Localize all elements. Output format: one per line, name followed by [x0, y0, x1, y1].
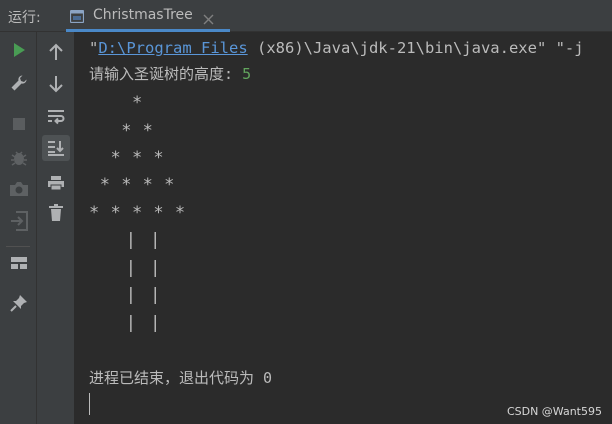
scroll-up-button[interactable] — [42, 39, 70, 65]
console-window-icon — [69, 8, 85, 24]
arrow-up-icon — [49, 43, 63, 60]
command-quote: " — [89, 39, 99, 57]
exit-message: 进程已结束，退出代码为 0 — [89, 369, 273, 387]
scroll-to-end-icon — [48, 141, 64, 156]
command-line: "D:\Program Files (x86)\Java\jdk-21\bin\… — [89, 38, 584, 58]
wrench-icon — [11, 75, 27, 91]
camera-icon — [10, 182, 28, 196]
tree-line: * * — [89, 121, 154, 141]
run-label: 运行: — [8, 10, 41, 26]
run-actions-toolbar — [0, 32, 37, 424]
rerun-button[interactable] — [5, 37, 33, 63]
scroll-to-end-button[interactable] — [42, 135, 70, 161]
command-rest: (x86)\Java\jdk-21\bin\java.exe" "-j — [247, 39, 584, 57]
screenshot-button[interactable] — [5, 176, 33, 202]
trash-icon — [49, 204, 63, 221]
printer-icon — [48, 176, 64, 191]
stop-button[interactable] — [5, 111, 33, 137]
input-value: 5 — [242, 65, 252, 83]
watermark: CSDN @Want595 — [506, 405, 602, 418]
tree-line: * * * * * — [89, 203, 186, 223]
close-icon[interactable] — [203, 10, 214, 25]
layout-icon — [11, 257, 27, 269]
console-output[interactable]: "D:\Program Files (x86)\Java\jdk-21\bin\… — [76, 32, 612, 424]
stop-icon — [13, 118, 25, 130]
text-caret — [89, 393, 90, 415]
debug-button[interactable] — [5, 145, 33, 171]
toolbar-separator — [6, 246, 30, 247]
tab-title: ChristmasTree — [93, 7, 193, 23]
arrow-down-icon — [49, 76, 63, 93]
jdk-path-link[interactable]: D:\Program Files — [98, 39, 247, 57]
console-actions-toolbar — [37, 32, 75, 424]
pin-tab-button[interactable] — [5, 290, 33, 316]
run-tool-window-header: 运行: ChristmasTree — [0, 0, 612, 32]
tree-line: * — [89, 93, 143, 113]
exit-button[interactable] — [5, 208, 33, 234]
tree-line: * * * — [89, 148, 165, 168]
bug-icon — [11, 151, 27, 166]
play-icon — [14, 43, 25, 57]
scroll-down-button[interactable] — [42, 71, 70, 97]
input-prompt-line: 请输入圣诞树的高度: 5 — [89, 64, 251, 84]
trunk-line: | | — [89, 258, 163, 278]
edit-configuration-button[interactable] — [5, 70, 33, 96]
input-prompt: 请输入圣诞树的高度: — [89, 65, 243, 83]
tab-christmastree[interactable]: ChristmasTree — [66, 0, 230, 32]
trunk-line: | | — [89, 313, 163, 333]
trunk-line: | | — [89, 285, 163, 305]
soft-wrap-icon — [48, 110, 65, 125]
pin-icon — [10, 295, 27, 312]
trunk-line: | | — [89, 230, 163, 250]
exit-icon — [11, 211, 28, 231]
layout-button[interactable] — [5, 250, 33, 276]
print-button[interactable] — [42, 170, 70, 196]
soft-wrap-button[interactable] — [42, 104, 70, 130]
clear-all-button[interactable] — [42, 200, 70, 226]
tree-line: * * * * — [89, 175, 175, 195]
